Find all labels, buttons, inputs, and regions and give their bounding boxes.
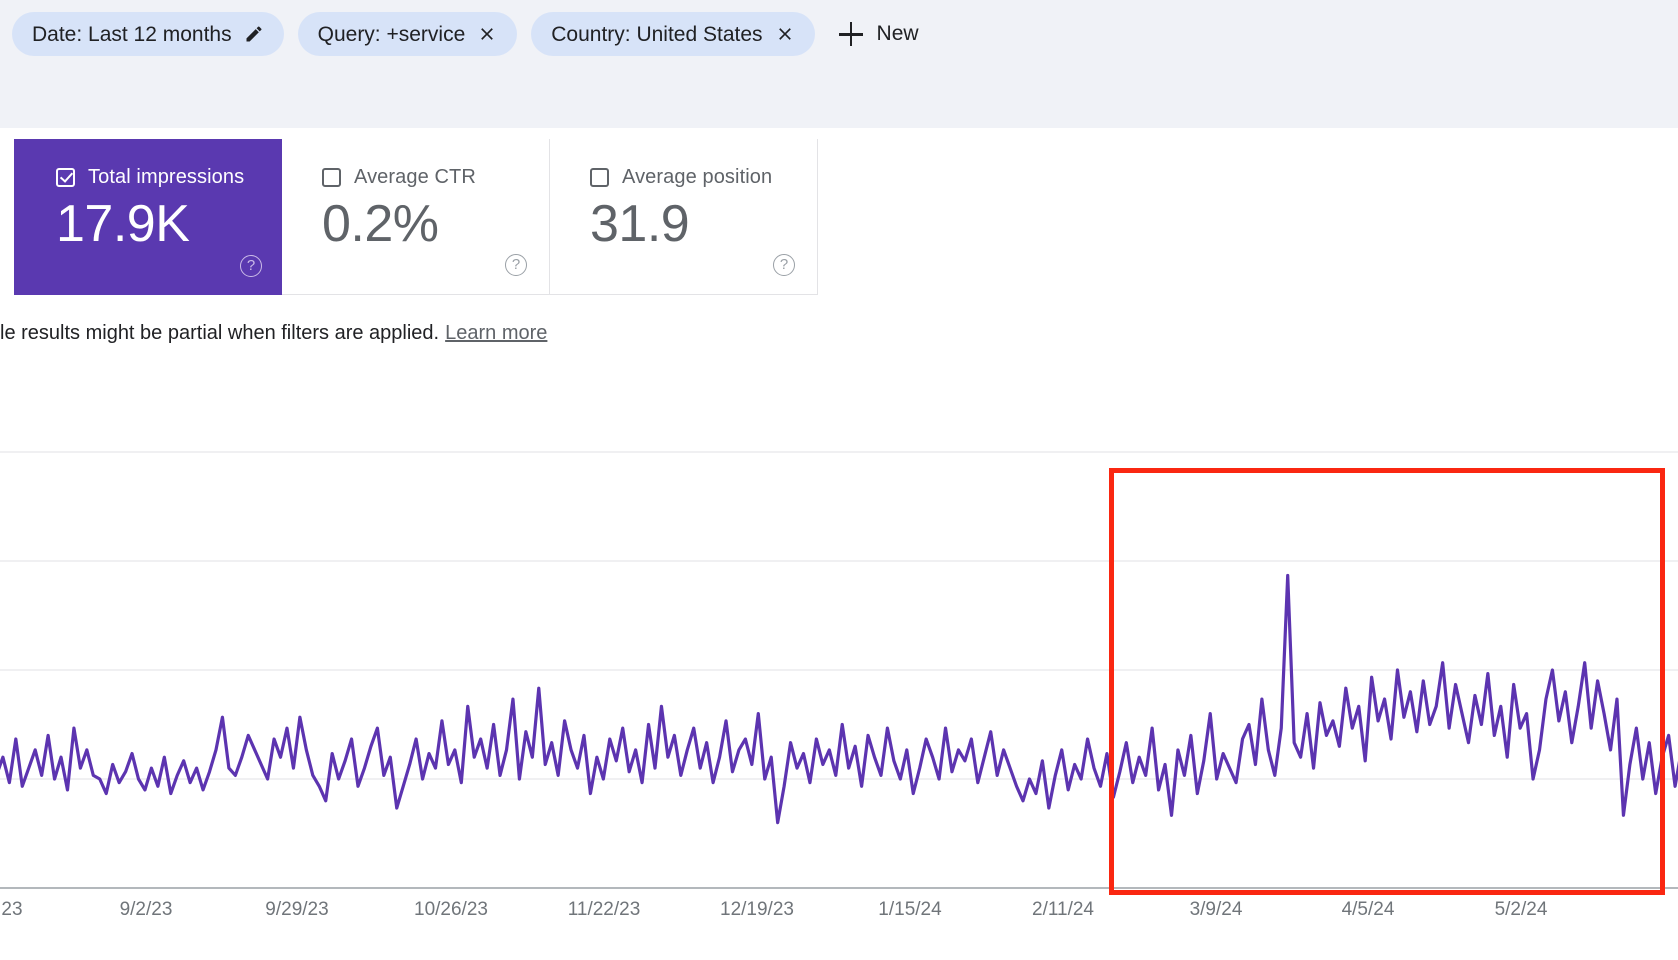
chart-x-tick-label: 10/26/23 — [414, 899, 488, 921]
close-icon[interactable] — [775, 24, 795, 44]
metric-value: 17.9K — [56, 195, 282, 255]
learn-more-link[interactable]: Learn more — [445, 322, 547, 344]
filter-band: Date: Last 12 months Query: +service Cou… — [0, 0, 1678, 128]
metric-title: Average position — [622, 166, 772, 189]
metric-card-total-impressions[interactable]: Total impressions 17.9K ? — [14, 139, 282, 295]
search-console-performance-view: Date: Last 12 months Query: +service Cou… — [0, 0, 1678, 960]
impressions-chart — [0, 400, 1678, 960]
impressions-chart-svg — [0, 400, 1678, 960]
chart-x-tick-label: 12/19/23 — [720, 899, 794, 921]
new-filter-button-label: New — [877, 22, 919, 46]
filter-chip-query[interactable]: Query: +service — [298, 12, 518, 56]
help-icon[interactable]: ? — [240, 255, 262, 277]
impressions-series-line — [0, 576, 1678, 823]
filter-chip-query-label: Query: +service — [318, 24, 466, 45]
metric-title: Total impressions — [88, 166, 244, 189]
filter-chip-country-label: Country: United States — [551, 24, 762, 45]
close-icon[interactable] — [477, 24, 497, 44]
filter-chip-date-label: Date: Last 12 months — [32, 24, 232, 45]
metric-title: Average CTR — [354, 166, 476, 189]
pencil-icon[interactable] — [244, 24, 264, 44]
chart-x-tick-label: 5/2/24 — [1495, 899, 1548, 921]
chart-x-tick-label: 2/11/24 — [1032, 899, 1094, 921]
new-filter-button[interactable]: New — [829, 12, 933, 56]
metric-card-header: Total impressions — [56, 165, 282, 189]
chart-x-tick-label: 3/9/24 — [1190, 899, 1243, 921]
chart-x-tick-label: 11/22/23 — [568, 899, 641, 921]
help-icon[interactable]: ? — [773, 254, 795, 276]
chart-x-tick-label: 4/5/24 — [1342, 899, 1395, 921]
metric-card-average-ctr[interactable]: Average CTR 0.2% ? — [282, 139, 550, 295]
metric-checkbox-average-ctr[interactable] — [322, 168, 341, 187]
chart-gridlines — [0, 452, 1678, 779]
metric-checkbox-average-position[interactable] — [590, 168, 609, 187]
plus-icon — [839, 22, 863, 46]
metric-card-group: Total impressions 17.9K ? Average CTR 0.… — [14, 139, 818, 295]
chart-x-tick-label: 9/29/23 — [265, 899, 328, 921]
filter-chip-date[interactable]: Date: Last 12 months — [12, 12, 284, 56]
metric-card-average-position[interactable]: Average position 31.9 ? — [550, 139, 818, 295]
filter-chip-country[interactable]: Country: United States — [531, 12, 814, 56]
filter-chip-row: Date: Last 12 months Query: +service Cou… — [12, 12, 933, 56]
chart-x-tick-label: 1/15/24 — [878, 899, 941, 921]
help-icon[interactable]: ? — [505, 254, 527, 276]
metric-card-header: Average CTR — [322, 165, 549, 189]
chart-x-tick-label: 9/2/23 — [120, 899, 173, 921]
metric-value: 31.9 — [590, 195, 817, 255]
metric-checkbox-total-impressions[interactable] — [56, 168, 75, 187]
partial-results-notice-text: le results might be partial when filters… — [0, 322, 439, 344]
partial-results-notice: le results might be partial when filters… — [0, 322, 547, 345]
metric-value: 0.2% — [322, 195, 549, 255]
metric-card-header: Average position — [590, 165, 817, 189]
chart-x-tick-label-clipped: 23 — [1, 899, 22, 921]
